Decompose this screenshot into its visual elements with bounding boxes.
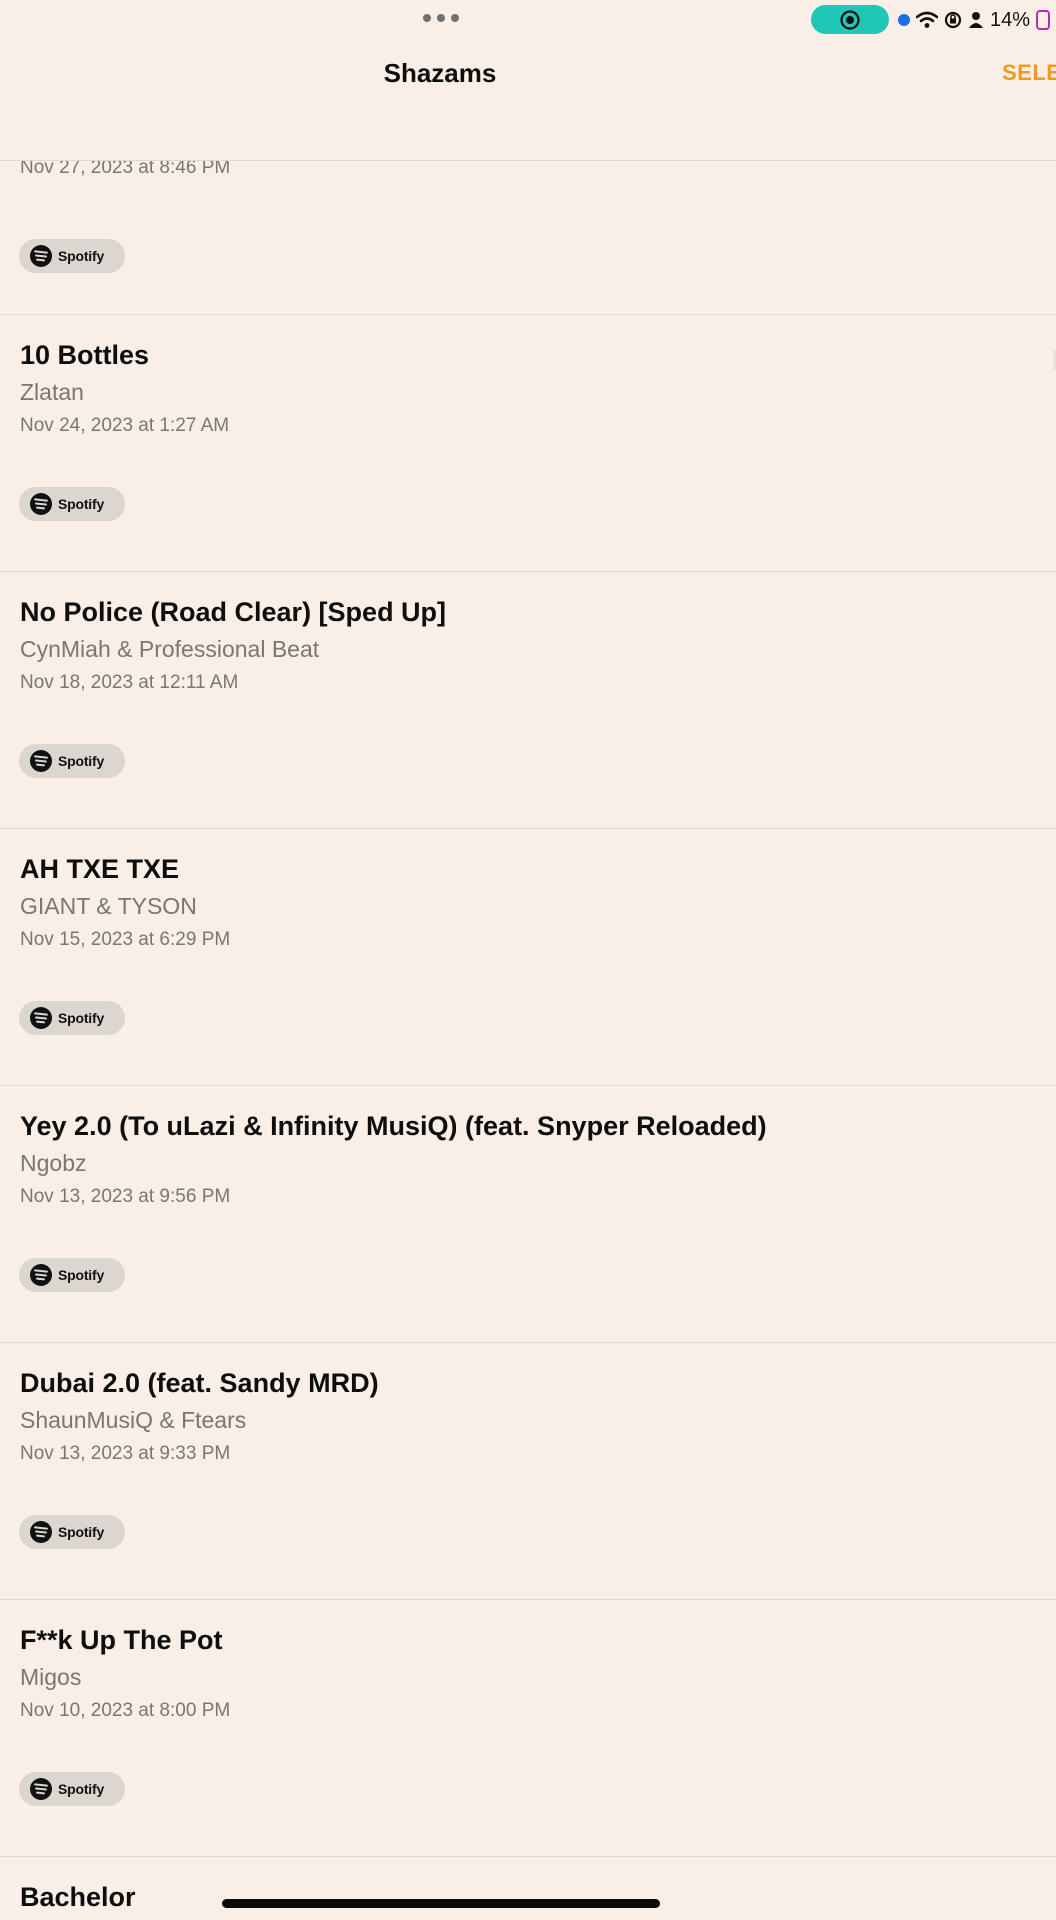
wifi-icon <box>916 11 938 28</box>
song-artist: ShaunMusiQ & Ftears <box>20 1407 247 1433</box>
spotify-label: Spotify <box>58 496 105 512</box>
list-item[interactable]: Dubai 2.0 (feat. Sandy MRD) ShaunMusiQ &… <box>0 1342 1056 1599</box>
spotify-button[interactable]: Spotify <box>19 744 125 778</box>
page-title: Shazams <box>383 58 497 88</box>
spotify-icon <box>30 1521 52 1543</box>
spotify-button[interactable]: Spotify <box>19 487 125 521</box>
screen-recording-indicator[interactable] <box>811 5 889 34</box>
spotify-icon <box>30 245 52 267</box>
select-button[interactable]: SELE <box>1002 60 1056 86</box>
song-date: Nov 13, 2023 at 9:33 PM <box>20 1443 231 1464</box>
song-title: Yey 2.0 (To uLazi & Infinity MusiQ) (fea… <box>20 1111 767 1141</box>
song-title: Bachelor <box>20 1882 136 1912</box>
multitasking-dots-icon[interactable] <box>423 14 459 22</box>
song-artist: Zlatan <box>20 379 84 405</box>
spotify-button[interactable]: Spotify <box>19 1772 125 1806</box>
spotify-button[interactable]: Spotify <box>19 1001 125 1035</box>
battery-icon <box>1036 10 1051 30</box>
song-date: Nov 10, 2023 at 8:00 PM <box>20 1700 231 1721</box>
song-date: Nov 24, 2023 at 1:27 AM <box>20 415 230 436</box>
song-artist: GIANT & TYSON <box>20 893 197 919</box>
song-title: No Police (Road Clear) [Sped Up] <box>20 597 447 627</box>
spotify-label: Spotify <box>58 753 105 769</box>
list-item[interactable]: Bachelor <box>0 1856 1056 1920</box>
list-item[interactable]: AH TXE TXE GIANT & TYSON Nov 15, 2023 at… <box>0 828 1056 1085</box>
home-indicator[interactable] <box>222 1899 660 1908</box>
battery-percentage: 14% <box>990 8 1031 31</box>
status-bar: 14% <box>0 0 1056 40</box>
song-title: F**k Up The Pot <box>20 1625 223 1655</box>
song-date: Nov 18, 2023 at 12:11 AM <box>20 672 239 693</box>
spotify-label: Spotify <box>58 1267 105 1283</box>
song-artist: Migos <box>20 1664 82 1690</box>
screen: Nov 27, 2023 at 8:46 PM Spotify 10 Bottl… <box>0 0 1056 1920</box>
list-item[interactable]: No Police (Road Clear) [Sped Up] CynMiah… <box>0 571 1056 828</box>
navigation-bar: Shazams SELE <box>0 40 1056 161</box>
spotify-icon <box>30 750 52 772</box>
spotify-label: Spotify <box>58 248 105 264</box>
rotation-lock-icon <box>944 11 962 29</box>
record-icon <box>840 9 860 30</box>
song-date: Nov 15, 2023 at 6:29 PM <box>20 929 231 950</box>
list-item[interactable]: 10 Bottles Zlatan Nov 24, 2023 at 1:27 A… <box>0 314 1056 571</box>
song-title: AH TXE TXE <box>20 854 180 884</box>
system-status-icons: 14% <box>898 6 1051 34</box>
song-artist: Ngobz <box>20 1150 87 1176</box>
song-title: 10 Bottles <box>20 340 150 370</box>
song-title: Dubai 2.0 (feat. Sandy MRD) <box>20 1368 379 1398</box>
spotify-button[interactable]: Spotify <box>19 1515 125 1549</box>
spotify-icon <box>30 493 52 515</box>
spotify-icon <box>30 1264 52 1286</box>
list-item[interactable]: Yey 2.0 (To uLazi & Infinity MusiQ) (fea… <box>0 1085 1056 1342</box>
person-icon <box>969 12 983 28</box>
camera-in-use-dot-icon <box>898 14 910 26</box>
song-date: Nov 13, 2023 at 9:56 PM <box>20 1186 231 1207</box>
spotify-label: Spotify <box>58 1010 105 1026</box>
spotify-label: Spotify <box>58 1524 105 1540</box>
song-artist: CynMiah & Professional Beat <box>20 636 320 662</box>
spotify-button[interactable]: Spotify <box>19 239 125 273</box>
list-item[interactable]: F**k Up The Pot Migos Nov 10, 2023 at 8:… <box>0 1599 1056 1856</box>
spotify-label: Spotify <box>58 1781 105 1797</box>
spotify-icon <box>30 1007 52 1029</box>
spotify-button[interactable]: Spotify <box>19 1258 125 1292</box>
spotify-icon <box>30 1778 52 1800</box>
